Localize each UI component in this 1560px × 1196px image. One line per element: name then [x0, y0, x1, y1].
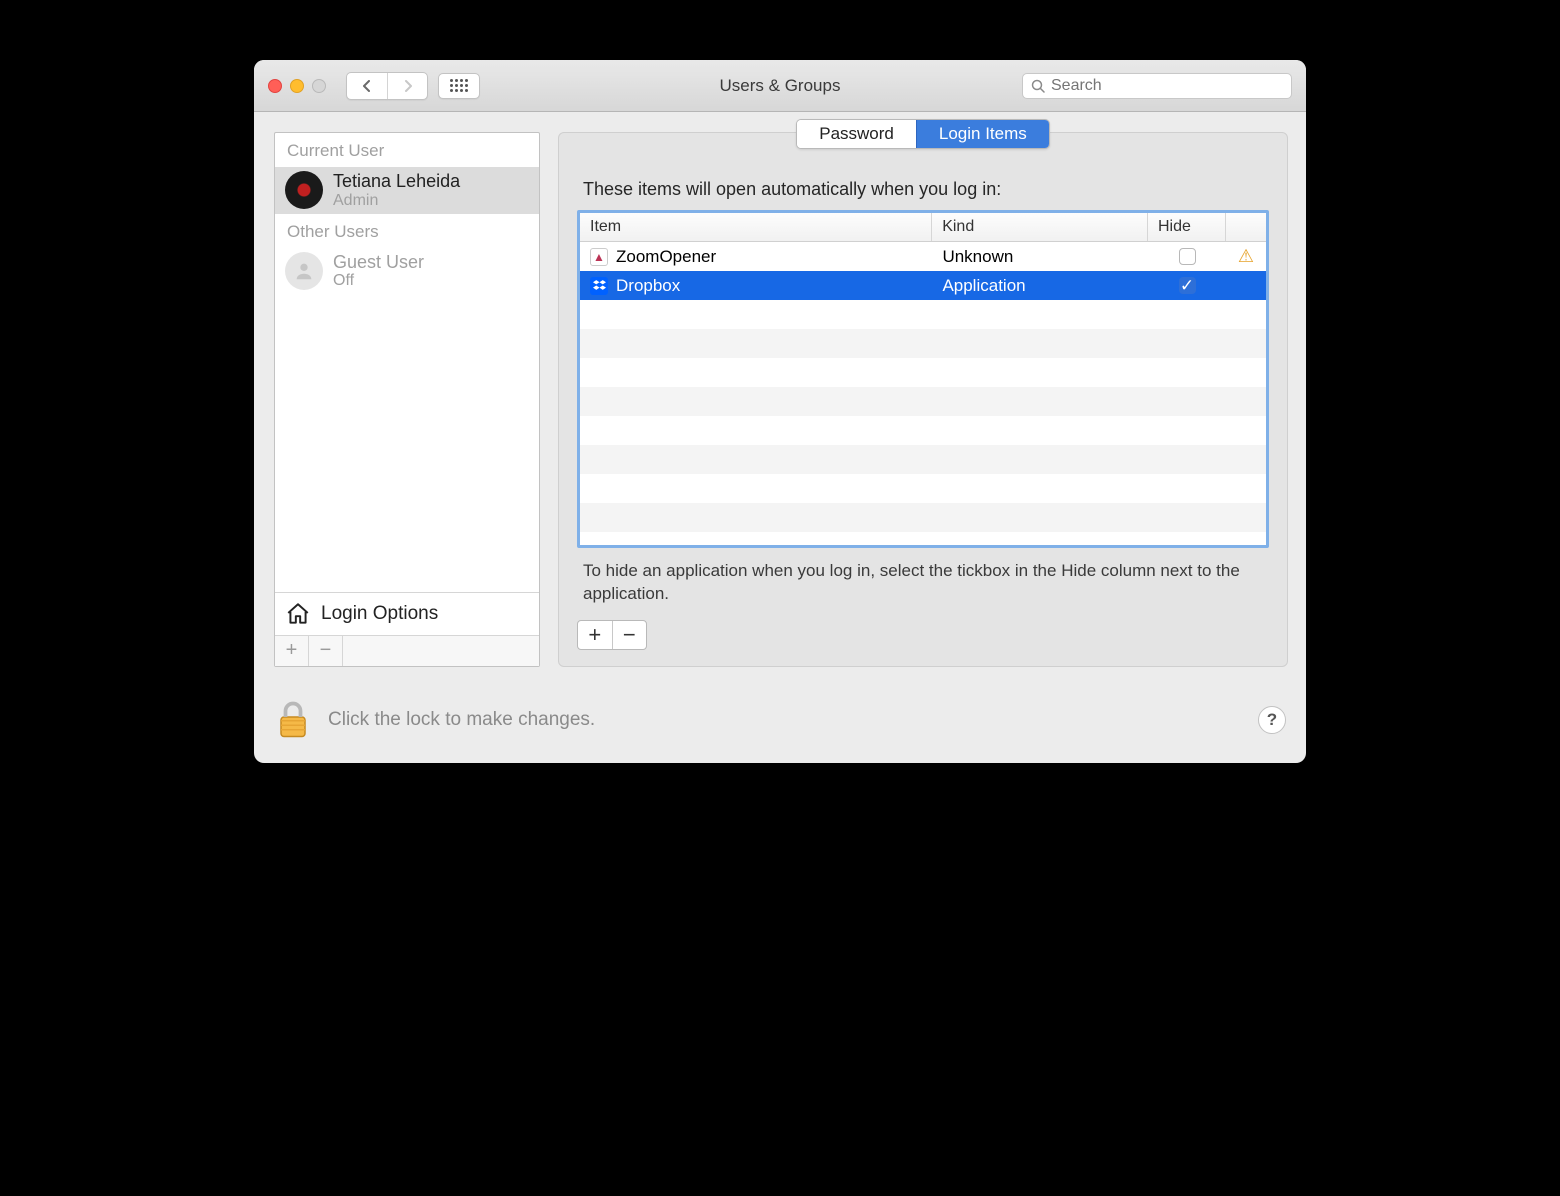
login-items-table: Item Kind Hide ▲ ZoomOpener Unknown ⚠ [577, 210, 1269, 548]
titlebar: Users & Groups [254, 60, 1306, 112]
user-status: Off [333, 272, 424, 290]
search-field[interactable] [1022, 73, 1292, 99]
hide-checkbox[interactable]: ✓ [1179, 277, 1196, 294]
col-header-warn [1226, 213, 1266, 241]
house-icon [285, 601, 311, 627]
table-row[interactable] [580, 358, 1266, 387]
search-icon [1031, 79, 1045, 93]
login-options-label: Login Options [321, 603, 438, 625]
sidebar-add-remove: + − [275, 635, 539, 666]
item-name: ZoomOpener [616, 247, 716, 267]
lock-icon[interactable] [274, 699, 312, 741]
item-name: Dropbox [616, 276, 680, 296]
user-name: Tetiana Leheida [333, 171, 460, 192]
main-panel: Password Login Items These items will op… [558, 132, 1288, 667]
lock-text: Click the lock to make changes. [328, 709, 595, 731]
sidebar-user-current[interactable]: Tetiana Leheida Admin [275, 167, 539, 214]
minimize-window-button[interactable] [290, 79, 304, 93]
table-row[interactable] [580, 445, 1266, 474]
current-user-heading: Current User [275, 133, 539, 167]
remove-user-button[interactable]: − [309, 636, 343, 666]
users-sidebar: Current User Tetiana Leheida Admin Other… [274, 132, 540, 667]
col-header-hide[interactable]: Hide [1148, 213, 1226, 241]
app-icon [590, 277, 608, 295]
tab-login-items[interactable]: Login Items [916, 120, 1049, 148]
avatar [285, 252, 323, 290]
col-header-kind[interactable]: Kind [932, 213, 1148, 241]
intro-text: These items will open automatically when… [583, 179, 1263, 200]
table-row[interactable]: ▲ ZoomOpener Unknown ⚠ [580, 242, 1266, 271]
table-row[interactable] [580, 329, 1266, 358]
close-window-button[interactable] [268, 79, 282, 93]
dropbox-icon [593, 279, 606, 292]
table-row[interactable] [580, 503, 1266, 532]
sidebar-user-guest[interactable]: Guest User Off [275, 248, 539, 295]
table-row[interactable] [580, 474, 1266, 503]
person-icon [293, 260, 315, 282]
back-button[interactable] [347, 73, 387, 99]
window-controls [268, 79, 326, 93]
zoom-window-button[interactable] [312, 79, 326, 93]
warning-icon: ⚠ [1238, 246, 1254, 267]
user-name: Guest User [333, 252, 424, 273]
hide-checkbox[interactable] [1179, 248, 1196, 265]
show-all-button[interactable] [438, 73, 480, 99]
table-header: Item Kind Hide [580, 213, 1266, 242]
user-role: Admin [333, 192, 460, 210]
add-login-item-button[interactable]: + [578, 621, 612, 649]
nav-back-forward [346, 72, 428, 100]
system-preferences-window: Users & Groups Current User Tetiana Lehe… [254, 60, 1306, 763]
table-row[interactable] [580, 300, 1266, 329]
col-header-item[interactable]: Item [580, 213, 932, 241]
table-row[interactable] [580, 532, 1266, 548]
search-input[interactable] [1051, 77, 1283, 95]
add-user-button[interactable]: + [275, 636, 309, 666]
login-items-add-remove: + − [577, 620, 647, 650]
help-button[interactable]: ? [1258, 706, 1286, 734]
table-row[interactable]: Dropbox Application ✓ [580, 271, 1266, 300]
tab-segment: Password Login Items [796, 119, 1050, 149]
grid-icon [450, 79, 468, 92]
avatar [285, 171, 323, 209]
forward-button[interactable] [387, 73, 427, 99]
app-icon: ▲ [590, 248, 608, 266]
footer: Click the lock to make changes. ? [254, 681, 1306, 763]
remove-login-item-button[interactable]: − [612, 621, 647, 649]
other-users-heading: Other Users [275, 214, 539, 248]
item-kind: Application [932, 276, 1148, 296]
table-row[interactable] [580, 416, 1266, 445]
login-options-button[interactable]: Login Options [275, 592, 539, 635]
hint-text: To hide an application when you log in, … [583, 560, 1263, 606]
tab-password[interactable]: Password [797, 120, 916, 148]
table-row[interactable] [580, 387, 1266, 416]
item-kind: Unknown [932, 247, 1148, 267]
